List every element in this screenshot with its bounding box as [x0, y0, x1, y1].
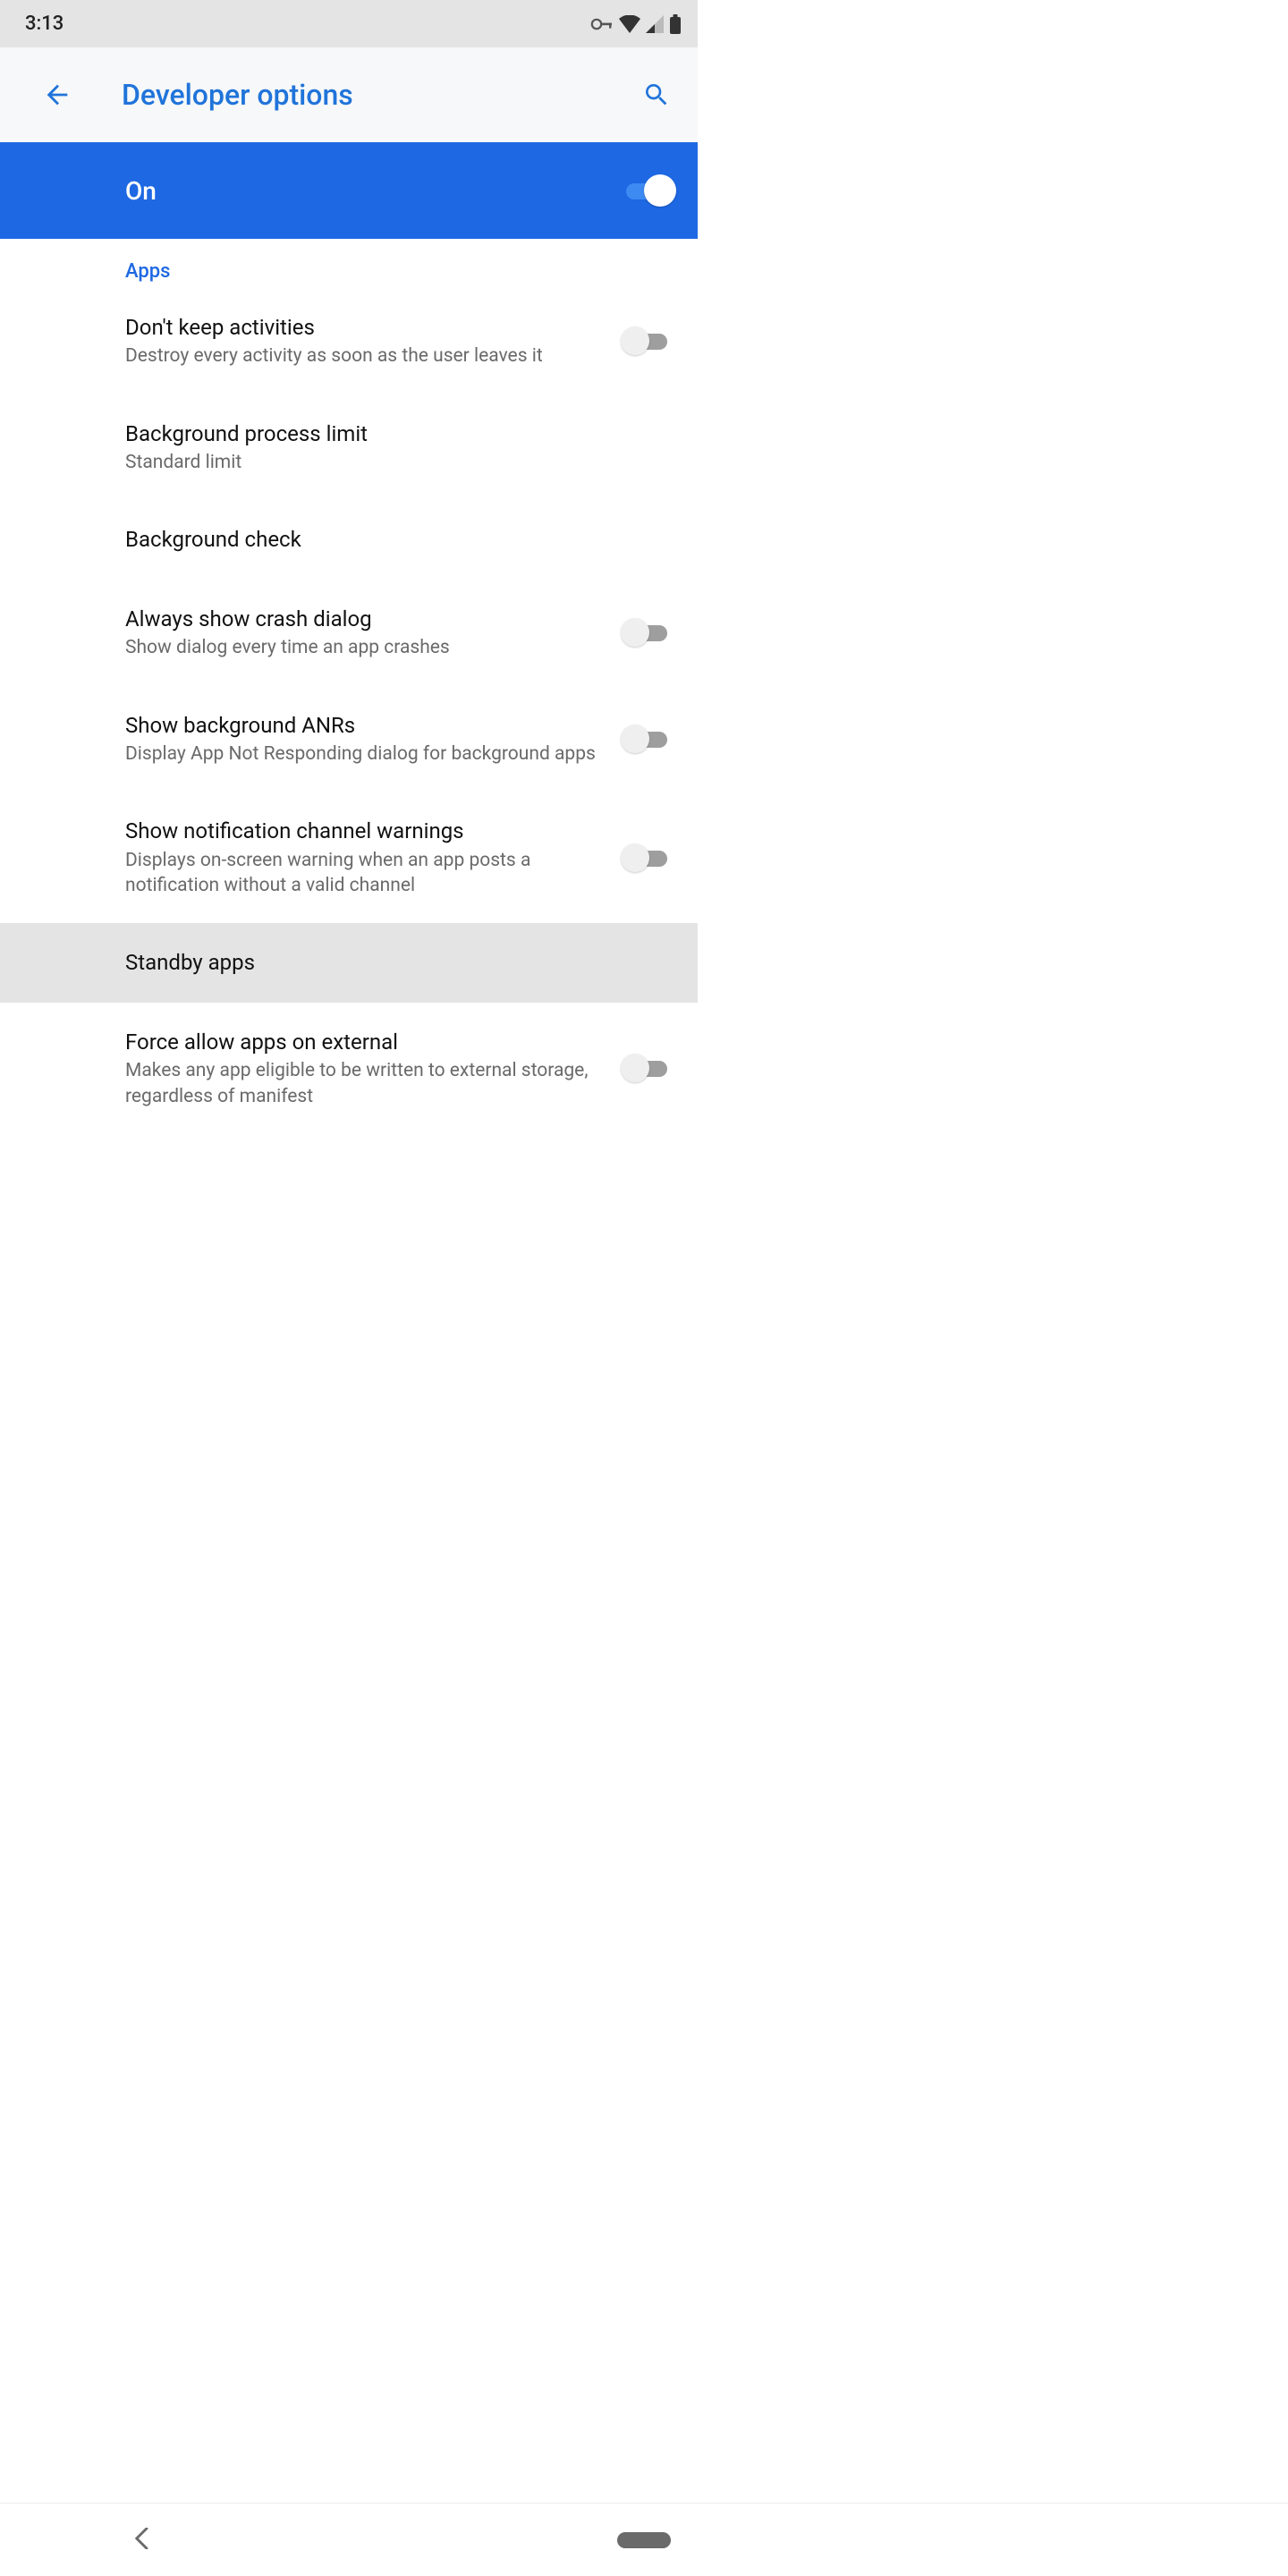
nav-back-button[interactable] — [134, 2528, 152, 2553]
master-toggle-switch[interactable] — [621, 174, 673, 207]
toggle-switch[interactable] — [621, 723, 673, 755]
status-bar: 3:13 — [0, 0, 698, 47]
page-title: Developer options — [122, 78, 637, 112]
status-icons — [590, 14, 682, 34]
row-subtitle: Standard limit — [125, 450, 657, 475]
vpn-key-icon — [590, 18, 614, 30]
row-subtitle: Displays on-screen warning when an app p… — [125, 848, 605, 899]
master-toggle-label: On — [125, 176, 621, 206]
row-background-check[interactable]: Background check — [0, 500, 698, 579]
cell-signal-icon — [646, 15, 664, 33]
row-subtitle: Destroy every activity as soon as the us… — [125, 343, 605, 369]
row-title: Show background ANRs — [125, 711, 605, 740]
row-notif-channel-warnings[interactable]: Show notification channel warnings Displ… — [0, 792, 698, 923]
chevron-left-icon — [134, 2528, 152, 2549]
row-subtitle: Makes any app eligible to be written to … — [125, 1058, 605, 1109]
arrow-back-icon — [42, 80, 72, 110]
master-toggle-row[interactable]: On — [0, 142, 698, 239]
row-subtitle: Display App Not Responding dialog for ba… — [125, 741, 605, 767]
search-icon — [642, 80, 671, 109]
row-title: Show notification channel warnings — [125, 817, 605, 845]
row-title: Background check — [125, 525, 657, 554]
back-button[interactable] — [36, 73, 79, 116]
row-standby-apps[interactable]: Standby apps — [0, 923, 698, 1002]
row-title: Background process limit — [125, 419, 657, 448]
row-bg-anrs[interactable]: Show background ANRs Display App Not Res… — [0, 686, 698, 792]
row-force-allow-external[interactable]: Force allow apps on external Makes any a… — [0, 1003, 698, 1134]
toggle-switch[interactable] — [621, 325, 673, 357]
row-title: Standby apps — [125, 948, 657, 977]
toggle-switch[interactable] — [621, 842, 673, 874]
toggle-switch[interactable] — [621, 616, 673, 648]
settings-list: Don't keep activities Destroy every acti… — [0, 288, 698, 1134]
navigation-bar — [0, 2503, 1288, 2576]
wifi-icon — [619, 15, 640, 33]
app-bar: Developer options — [0, 47, 698, 142]
row-dont-keep-activities[interactable]: Don't keep activities Destroy every acti… — [0, 288, 698, 394]
row-title: Force allow apps on external — [125, 1028, 605, 1056]
status-time: 3:13 — [25, 13, 64, 35]
row-crash-dialog[interactable]: Always show crash dialog Show dialog eve… — [0, 580, 698, 686]
nav-home-pill[interactable] — [617, 2532, 671, 2548]
row-subtitle: Show dialog every time an app crashes — [125, 635, 605, 660]
search-button[interactable] — [637, 75, 676, 114]
row-title: Don't keep activities — [125, 313, 605, 342]
toggle-switch[interactable] — [621, 1052, 673, 1084]
section-header-apps: Apps — [0, 239, 698, 288]
settings-list-scroll[interactable]: On Apps Don't keep activities Destroy ev… — [0, 142, 698, 1322]
row-bg-process-limit[interactable]: Background process limit Standard limit — [0, 394, 698, 501]
battery-icon — [669, 14, 682, 34]
row-title: Always show crash dialog — [125, 605, 605, 633]
